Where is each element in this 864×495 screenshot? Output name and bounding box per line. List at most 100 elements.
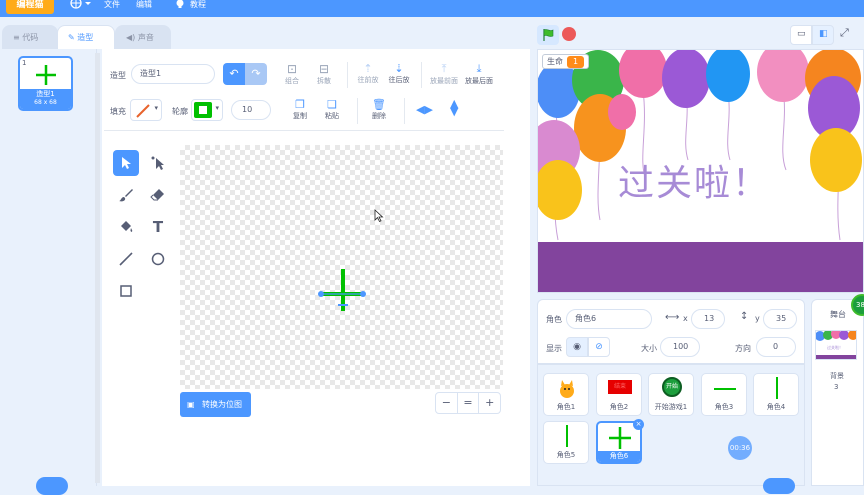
- menu-edit[interactable]: 编辑: [136, 0, 152, 9]
- rectangle-tool[interactable]: [113, 278, 139, 304]
- circle-icon: [151, 252, 165, 266]
- menu-file[interactable]: 文件: [104, 0, 120, 9]
- green-line-thumbnail: [776, 377, 778, 399]
- hide-button[interactable]: ⊘: [588, 337, 610, 357]
- globe-icon[interactable]: [70, 0, 92, 9]
- group-button[interactable]: ⊡ 组合: [280, 62, 304, 86]
- vertical-arrows-icon: ↕: [740, 311, 749, 322]
- front-button[interactable]: ⤒ 放最前面: [428, 62, 460, 86]
- green-flag-button[interactable]: [537, 25, 559, 45]
- app-logo[interactable]: 编程猫: [6, 0, 54, 14]
- tab-costumes[interactable]: ✎ 造型: [57, 25, 115, 49]
- undo-icon[interactable]: ↶: [223, 63, 245, 85]
- sprite-tile[interactable]: 角色4: [753, 373, 799, 416]
- flip-horizontal-icon[interactable]: ◀▶: [416, 103, 433, 116]
- trash-icon: 🗑: [372, 98, 386, 111]
- divider: [104, 130, 504, 131]
- speaker-icon: ◀): [126, 33, 138, 42]
- sprite-tile[interactable]: 开始 开始游戏1: [648, 373, 694, 416]
- mouse-cursor-icon: [374, 209, 384, 223]
- add-costume-button[interactable]: [36, 477, 68, 495]
- size-label: 大小: [641, 344, 657, 353]
- menu-tutorial[interactable]: 教程: [190, 0, 206, 9]
- cat-sprite-thumbnail: [560, 380, 574, 398]
- divider: [404, 98, 405, 124]
- tab-code[interactable]: ≡ 代码: [2, 25, 58, 49]
- line-tool[interactable]: [113, 246, 139, 272]
- code-icon: ≡: [13, 33, 23, 42]
- x-label: x: [683, 314, 688, 323]
- back-button[interactable]: ⤓ 放最后面: [463, 62, 495, 86]
- small-stage-button[interactable]: ▭: [790, 25, 812, 45]
- backward-button[interactable]: ⇣ 往后放: [385, 62, 413, 85]
- paste-button[interactable]: ❏ 粘贴: [320, 98, 344, 121]
- costume-list-scrollbar[interactable]: [95, 53, 100, 483]
- eye-icon: ◉: [573, 342, 581, 352]
- reshape-icon: [151, 156, 164, 170]
- backdrop-count: 3: [834, 383, 839, 391]
- y-label: y: [755, 314, 760, 323]
- chevron-down-icon: ▾: [215, 104, 219, 112]
- no-fill-icon: [136, 104, 150, 118]
- brush-icon: [119, 189, 133, 202]
- stage-heading: 过关啦！: [618, 163, 771, 204]
- fill-label: 填充: [110, 107, 126, 116]
- x-input[interactable]: 13: [691, 309, 725, 329]
- fill-color-picker[interactable]: ▾: [130, 99, 162, 121]
- brush-tool[interactable]: [113, 182, 139, 208]
- move-down-icon: ⇣: [394, 62, 404, 75]
- large-stage-button[interactable]: ◧: [812, 25, 834, 45]
- direction-input[interactable]: 0: [756, 337, 796, 357]
- sprite-tile[interactable]: 角色1: [543, 373, 589, 416]
- flip-vertical-icon[interactable]: ▲ ▼: [450, 98, 458, 117]
- delete-button[interactable]: 🗑 删除: [367, 98, 391, 121]
- group-icon: ⊡: [286, 62, 298, 76]
- y-input[interactable]: 35: [763, 309, 797, 329]
- outline-size-input[interactable]: 10: [231, 100, 271, 120]
- brush-icon: ✎: [68, 33, 78, 42]
- costume-item[interactable]: 1 造型1 68 x 68: [18, 56, 73, 111]
- text-tool[interactable]: T: [145, 214, 171, 240]
- line-icon: [119, 252, 133, 266]
- lightbulb-icon: [175, 0, 185, 11]
- fullscreen-icon[interactable]: ⤢: [840, 26, 849, 40]
- sprite-tile-selected[interactable]: × 角色6: [596, 419, 644, 464]
- move-up-icon: ⇡: [363, 62, 373, 75]
- size-input[interactable]: 100: [660, 337, 700, 357]
- reshape-tool[interactable]: [145, 150, 171, 176]
- outline-color-picker[interactable]: ▾: [191, 99, 223, 121]
- green-line-thumbnail: [566, 425, 568, 447]
- zoom-reset-button[interactable]: =: [456, 393, 480, 413]
- sprite-tile[interactable]: 角色5: [543, 421, 589, 464]
- convert-to-bitmap-button[interactable]: ▣ 转换为位图: [180, 392, 251, 417]
- copy-icon: ❐: [295, 98, 305, 111]
- zoom-in-button[interactable]: +: [479, 393, 500, 413]
- redo-icon[interactable]: ↷: [245, 63, 267, 85]
- paint-canvas[interactable]: [180, 145, 503, 389]
- delete-sprite-icon[interactable]: ×: [633, 419, 644, 430]
- sprite-tile[interactable]: 角色3: [701, 373, 747, 416]
- eraser-tool[interactable]: [145, 182, 171, 208]
- stop-icon[interactable]: [562, 27, 576, 41]
- sprite-tile[interactable]: 结束 角色2: [596, 373, 642, 416]
- show-button[interactable]: ◉: [566, 337, 588, 357]
- copy-button[interactable]: ❐ 复制: [288, 98, 312, 121]
- select-tool[interactable]: [113, 150, 139, 176]
- forward-button[interactable]: ⇡ 往前放: [354, 62, 382, 85]
- add-sprite-button[interactable]: [763, 478, 795, 494]
- image-icon: ▣: [187, 400, 195, 409]
- stage[interactable]: 生命 1 过关啦！: [537, 49, 864, 293]
- red-sign-thumbnail: 结束: [608, 380, 632, 394]
- fill-tool[interactable]: [113, 214, 139, 240]
- stage-panel[interactable]: 舞台 过关啦！ 背景 3: [811, 299, 864, 486]
- ungroup-button[interactable]: ⊟ 拆散: [312, 62, 336, 86]
- costume-name-input[interactable]: 造型1: [131, 64, 215, 84]
- zoom-out-button[interactable]: −: [436, 393, 457, 413]
- arrow-icon: [122, 157, 131, 169]
- tab-sounds[interactable]: ◀) 声音: [115, 25, 171, 49]
- send-back-icon: ⤓: [476, 62, 482, 75]
- eraser-icon: [150, 189, 164, 201]
- green-line-thumbnail: [714, 388, 736, 390]
- circle-tool[interactable]: [145, 246, 171, 272]
- sprite-name-input[interactable]: 角色6: [566, 309, 652, 329]
